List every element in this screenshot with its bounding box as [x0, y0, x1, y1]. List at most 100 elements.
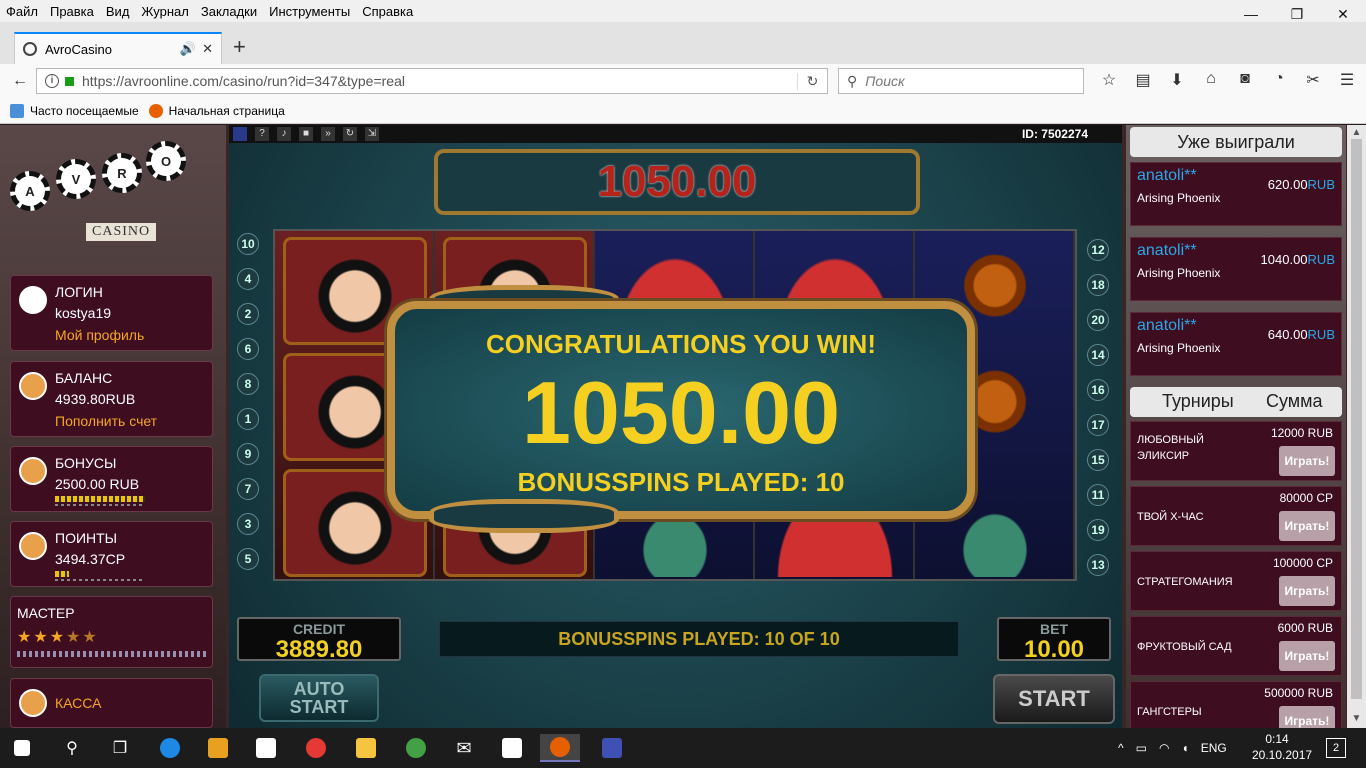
wifi-icon[interactable]: ◠ — [1159, 741, 1169, 755]
download-icon[interactable]: ⬇ — [1160, 70, 1194, 90]
pocket-icon[interactable]: ◙ — [1228, 70, 1262, 90]
hamburger-menu-icon[interactable]: ☰ — [1330, 70, 1364, 90]
language-indicator[interactable]: ENG — [1201, 741, 1227, 755]
windows-start-icon[interactable] — [2, 734, 42, 762]
payline-right-2[interactable]: 18 — [1087, 274, 1109, 296]
play-button[interactable]: Играть! — [1279, 446, 1335, 476]
scrollbar-thumb[interactable] — [1351, 139, 1362, 699]
app-icon[interactable] — [592, 734, 632, 762]
menu-view[interactable]: Вид — [106, 4, 130, 19]
media-icon[interactable] — [198, 734, 238, 762]
speaker-icon[interactable]: 🔊 — [180, 41, 196, 57]
payline-right-8[interactable]: 11 — [1087, 484, 1109, 506]
page-content: A V R O CASINO ЛОГИН kostya19 Мой профил… — [0, 125, 1366, 728]
winner-item[interactable]: anatoli** Arising Phoenix 620.00RUB — [1130, 162, 1342, 226]
url-bar[interactable]: i https://avroonline.com/casino/run?id=3… — [36, 68, 828, 94]
play-button[interactable]: Играть! — [1279, 641, 1335, 671]
tournaments-col-title: Турниры — [1162, 391, 1234, 411]
play-button[interactable]: Играть! — [1279, 511, 1335, 541]
square-icon[interactable]: ■ — [299, 127, 313, 141]
scroll-down-arrow-icon[interactable]: ▼ — [1347, 713, 1366, 724]
battery-icon[interactable]: ▭ — [1136, 741, 1147, 755]
menu-tools[interactable]: Инструменты — [269, 4, 350, 19]
task-view-icon[interactable]: ❐ — [100, 734, 140, 762]
tournament-sum: 80000 CP — [1279, 491, 1333, 505]
file-explorer-icon[interactable] — [346, 734, 386, 762]
page-scrollbar[interactable]: ▲ ▼ — [1347, 125, 1366, 728]
edge-icon[interactable] — [150, 734, 190, 762]
payline-right-1[interactable]: 12 — [1087, 239, 1109, 261]
payline-left-6[interactable]: 1 — [237, 408, 259, 430]
reading-list-icon[interactable]: ▤ — [1126, 70, 1160, 90]
scroll-up-arrow-icon[interactable]: ▲ — [1347, 127, 1366, 138]
tab-avrocasino[interactable]: AvroCasino 🔊 ✕ — [14, 32, 222, 64]
fullscreen-icon[interactable]: ⇲ — [365, 127, 379, 141]
payline-left-5[interactable]: 8 — [237, 373, 259, 395]
payline-left-10[interactable]: 5 — [237, 548, 259, 570]
mail-icon[interactable]: ✉ — [444, 734, 484, 762]
sync-icon[interactable]: ◔ — [1262, 70, 1296, 90]
payline-left-1[interactable]: 10 — [237, 233, 259, 255]
payline-right-9[interactable]: 19 — [1087, 519, 1109, 541]
fast-forward-icon[interactable]: » — [321, 127, 335, 141]
deposit-link[interactable]: Пополнить счет — [55, 413, 157, 429]
payline-right-6[interactable]: 17 — [1087, 414, 1109, 436]
payline-left-8[interactable]: 7 — [237, 478, 259, 500]
payline-left-3[interactable]: 2 — [237, 303, 259, 325]
play-button[interactable]: Играть! — [1279, 706, 1335, 728]
notifications-icon[interactable]: 2 — [1326, 738, 1346, 758]
kassa-card[interactable]: КАССА — [10, 678, 213, 728]
bet-box[interactable]: BET 10.00 — [997, 617, 1111, 663]
payline-left-2[interactable]: 4 — [237, 268, 259, 290]
screenshot-icon[interactable]: ✂ — [1296, 70, 1330, 90]
yandex-icon[interactable] — [246, 734, 286, 762]
chrome-icon[interactable] — [396, 734, 436, 762]
payline-left-9[interactable]: 3 — [237, 513, 259, 535]
play-button[interactable]: Играть! — [1279, 576, 1335, 606]
tray-chevron-icon[interactable]: ^ — [1118, 741, 1124, 755]
clock[interactable]: 0:14 20.10.2017 — [1252, 731, 1312, 763]
firefox-taskbar-icon[interactable] — [540, 734, 580, 762]
kassa-title[interactable]: КАССА — [55, 695, 101, 711]
search-taskbar-icon[interactable]: ⚲ — [52, 734, 92, 762]
search-input[interactable]: ⚲ Поиск — [838, 68, 1084, 94]
menu-edit[interactable]: Правка — [50, 4, 94, 19]
store-icon[interactable] — [492, 734, 532, 762]
sound-icon[interactable]: ♪ — [277, 127, 291, 141]
bookmark-star-icon[interactable]: ☆ — [1092, 70, 1126, 90]
bookmark-frequent[interactable]: Часто посещаемые — [30, 104, 139, 118]
winner-item[interactable]: anatoli** Arising Phoenix 1040.00RUB — [1130, 237, 1342, 301]
flag-uk-icon[interactable] — [233, 127, 247, 141]
url-text[interactable]: https://avroonline.com/casino/run?id=347… — [82, 73, 797, 89]
payline-left-4[interactable]: 6 — [237, 338, 259, 360]
help-icon[interactable]: ? — [255, 127, 269, 141]
close-tab-icon[interactable]: ✕ — [202, 41, 213, 57]
payline-right-3[interactable]: 20 — [1087, 309, 1109, 331]
bookmark-home[interactable]: Начальная страница — [169, 104, 285, 118]
payline-right-4[interactable]: 14 — [1087, 344, 1109, 366]
refresh-icon[interactable]: ↻ — [343, 127, 357, 141]
yandex-browser-icon[interactable] — [296, 734, 336, 762]
volume-icon[interactable]: ◖ — [1181, 741, 1188, 755]
menu-history[interactable]: Журнал — [141, 4, 188, 19]
casino-logo[interactable]: A V R O CASINO — [6, 135, 216, 255]
home-icon[interactable]: ⌂ — [1194, 70, 1228, 90]
menu-bookmarks[interactable]: Закладки — [201, 4, 257, 19]
payline-right-7[interactable]: 15 — [1087, 449, 1109, 471]
payline-right-10[interactable]: 13 — [1087, 554, 1109, 576]
slot-game[interactable]: ? ♪ ■ » ↻ ⇲ ID: 7502274 1050.00 10 4 2 6… — [229, 125, 1122, 728]
payline-right-5[interactable]: 16 — [1087, 379, 1109, 401]
start-button[interactable]: START — [993, 674, 1115, 724]
new-tab-button[interactable]: + — [233, 34, 246, 60]
back-button[interactable]: ← — [6, 72, 34, 90]
profile-link[interactable]: Мой профиль — [55, 327, 144, 343]
reload-icon[interactable]: ↻ — [797, 72, 827, 90]
avatar[interactable] — [19, 286, 47, 314]
menu-file[interactable]: Файл — [6, 4, 38, 19]
info-icon[interactable]: i — [45, 74, 59, 88]
winner-user: anatoli** — [1137, 317, 1197, 334]
menu-help[interactable]: Справка — [362, 4, 413, 19]
payline-left-7[interactable]: 9 — [237, 443, 259, 465]
winner-item[interactable]: anatoli** Arising Phoenix 640.00RUB — [1130, 312, 1342, 376]
auto-start-button[interactable]: AUTO START — [259, 674, 379, 722]
